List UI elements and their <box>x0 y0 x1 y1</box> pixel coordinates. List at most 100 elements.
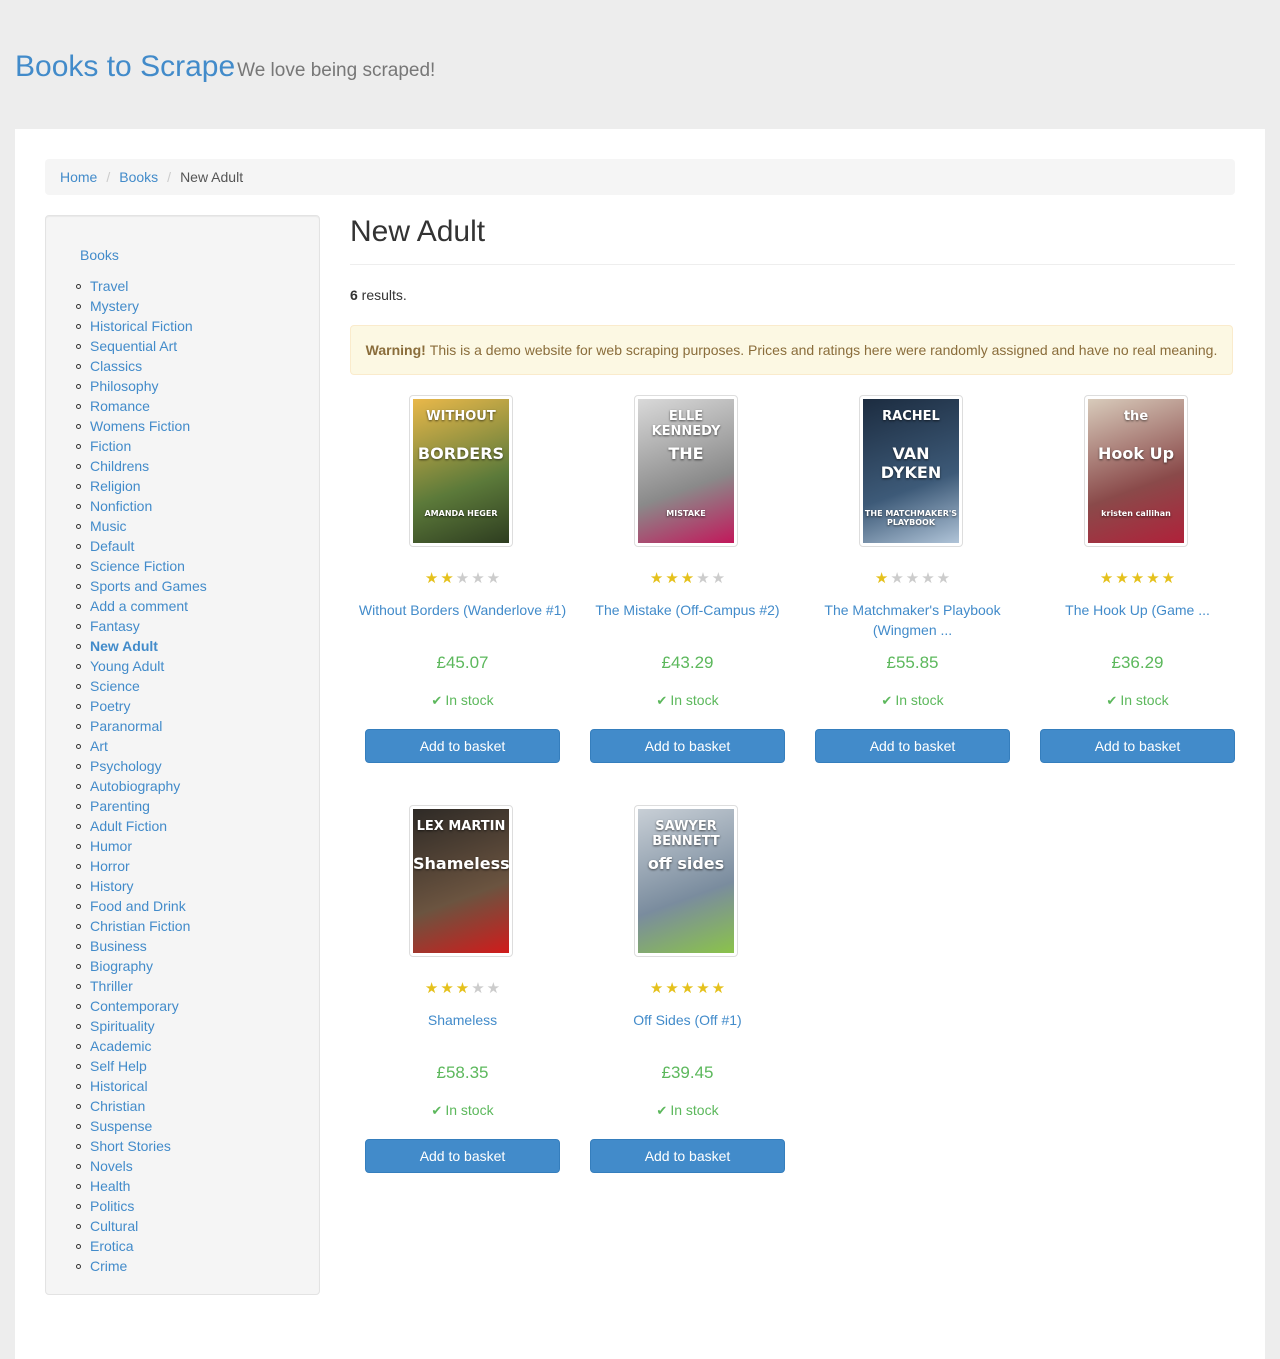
star-icon: ★ <box>424 570 439 587</box>
cover-title-text: VAN DYKEN <box>880 444 942 482</box>
sidebar-category-link[interactable]: Food and Drink <box>90 898 186 914</box>
product-title-link[interactable]: The Mistake (Off-Campus #2) <box>575 600 800 620</box>
sidebar-category-item: Travel <box>76 276 207 296</box>
add-to-basket-button[interactable]: Add to basket <box>590 1139 785 1173</box>
list-bullet-icon <box>76 504 81 509</box>
sidebar-category-link[interactable]: Fiction <box>90 438 131 454</box>
sidebar-category-link[interactable]: Suspense <box>90 1118 152 1134</box>
add-to-basket-button[interactable]: Add to basket <box>815 729 1010 763</box>
sidebar-category-link[interactable]: Spirituality <box>90 1018 155 1034</box>
sidebar-category-link[interactable]: Default <box>90 538 134 554</box>
sidebar-category-link[interactable]: Childrens <box>90 458 149 474</box>
add-to-basket-button[interactable]: Add to basket <box>590 729 785 763</box>
star-icon: ★ <box>649 570 664 587</box>
star-rating: ★ ★ ★ ★ ★ <box>1025 571 1250 586</box>
sidebar-category-link[interactable]: Psychology <box>90 758 162 774</box>
sidebar-category-link[interactable]: Historical Fiction <box>90 318 193 334</box>
sidebar-category-link[interactable]: Autobiography <box>90 778 180 794</box>
sidebar-category-link[interactable]: Short Stories <box>90 1138 171 1154</box>
sidebar-category-link[interactable]: New Adult <box>90 638 158 654</box>
sidebar-category-item: Christian <box>76 1096 207 1116</box>
brand-link[interactable]: Books to Scrape <box>15 50 235 83</box>
product-title-link[interactable]: The Matchmaker's Playbook (Wingmen ... <box>800 600 1025 640</box>
sidebar-category-link[interactable]: Adult Fiction <box>90 818 167 834</box>
sidebar-category-link[interactable]: Sequential Art <box>90 338 177 354</box>
breadcrumb-home-link[interactable]: Home <box>60 169 97 185</box>
sidebar-category-link[interactable]: Womens Fiction <box>90 418 190 434</box>
sidebar-category-link[interactable]: Crime <box>90 1258 127 1274</box>
star-icon: ★ <box>905 570 920 587</box>
add-to-basket-button[interactable]: Add to basket <box>365 729 560 763</box>
sidebar-category-item: Thriller <box>76 976 207 996</box>
add-to-basket-button[interactable]: Add to basket <box>1040 729 1235 763</box>
sidebar-category-link[interactable]: Classics <box>90 358 142 374</box>
book-cover-image: LEX MARTIN Shameless <box>413 809 509 953</box>
book-cover-link[interactable]: ELLE KENNEDY THE MISTAKE <box>634 395 738 547</box>
sidebar-category-link[interactable]: Christian <box>90 1098 145 1114</box>
sidebar-category-link[interactable]: Academic <box>90 1038 151 1054</box>
sidebar-category-link[interactable]: Fantasy <box>90 618 140 634</box>
sidebar-category-link[interactable]: Parenting <box>90 798 150 814</box>
sidebar-category-link[interactable]: Christian Fiction <box>90 918 190 934</box>
sidebar-category-link[interactable]: Romance <box>90 398 150 414</box>
add-to-basket-button[interactable]: Add to basket <box>365 1139 560 1173</box>
star-icon: ★ <box>471 570 485 587</box>
sidebar-category-link[interactable]: Historical <box>90 1078 148 1094</box>
sidebar-category-link[interactable]: Health <box>90 1178 130 1194</box>
book-cover-link[interactable]: RACHEL VAN DYKEN THE MATCHMAKER'S PLAYBOOK <box>859 395 963 547</box>
product-title-link[interactable]: Off Sides (Off #1) <box>575 1010 800 1030</box>
sidebar-category-link[interactable]: History <box>90 878 134 894</box>
sidebar-category-link[interactable]: Sports and Games <box>90 578 207 594</box>
sidebar-category-link[interactable]: Horror <box>90 858 130 874</box>
list-bullet-icon <box>76 484 81 489</box>
sidebar-category-link[interactable]: Mystery <box>90 298 139 314</box>
sidebar-category-link[interactable]: Science Fiction <box>90 558 185 574</box>
sidebar-category-link[interactable]: Add a comment <box>90 598 188 614</box>
sidebar-category-link[interactable]: Philosophy <box>90 378 159 394</box>
sidebar-category-link[interactable]: Biography <box>90 958 153 974</box>
book-cover-link[interactable]: the Hook Up kristen callihan <box>1084 395 1188 547</box>
sidebar-category-item: Christian Fiction <box>76 916 207 936</box>
availability-text: In stock <box>1120 692 1169 708</box>
sidebar-category-item: Short Stories <box>76 1136 207 1156</box>
sidebar-books-link[interactable]: Books <box>80 247 119 263</box>
sidebar-category-link[interactable]: Art <box>90 738 108 754</box>
star-rating: ★ ★ ★ ★ ★ <box>350 571 575 586</box>
sidebar-category-link[interactable]: Humor <box>90 838 132 854</box>
sidebar-category-link[interactable]: Poetry <box>90 698 130 714</box>
sidebar-category-link[interactable]: Cultural <box>90 1218 138 1234</box>
product-title-link[interactable]: Shameless <box>350 1010 575 1030</box>
check-icon: ✔ <box>656 693 668 708</box>
sidebar-category-link[interactable]: Politics <box>90 1198 134 1214</box>
page-container: Home / Books / New Adult Books Travel Mys… <box>15 129 1265 1359</box>
book-cover-link[interactable]: WITHOUT BORDERS AMANDA HEGER <box>409 395 513 547</box>
sidebar-category-link[interactable]: Science <box>90 678 140 694</box>
sidebar-category-link[interactable]: Contemporary <box>90 998 179 1014</box>
sidebar-category-link[interactable]: Erotica <box>90 1238 134 1254</box>
page-title: New Adult <box>350 215 486 248</box>
cover-title-text: LEX MARTIN <box>416 819 506 834</box>
sidebar-category-link[interactable]: Religion <box>90 478 141 494</box>
list-bullet-icon <box>76 1224 81 1229</box>
breadcrumb-books-link[interactable]: Books <box>119 169 158 185</box>
star-icon: ★ <box>455 980 470 997</box>
sidebar-category-link[interactable]: Self Help <box>90 1058 147 1074</box>
sidebar-category-link[interactable]: Nonfiction <box>90 498 152 514</box>
sidebar-category-link[interactable]: Young Adult <box>90 658 164 674</box>
book-cover-link[interactable]: SAWYER BENNETT off sides <box>634 805 738 957</box>
list-bullet-icon <box>76 844 81 849</box>
cover-title-text: ELLE KENNEDY <box>651 409 721 439</box>
results-label: results. <box>357 287 407 303</box>
sidebar-category-link[interactable]: Music <box>90 518 127 534</box>
sidebar-category-link[interactable]: Paranormal <box>90 718 162 734</box>
site-header: Books to Scrape We love being scraped! <box>15 50 435 84</box>
sidebar-category-link[interactable]: Business <box>90 938 147 954</box>
product-title-link[interactable]: The Hook Up (Game ... <box>1025 600 1250 620</box>
sidebar-category-link[interactable]: Novels <box>90 1158 133 1174</box>
star-icon: ★ <box>486 980 501 997</box>
book-cover-link[interactable]: LEX MARTIN Shameless <box>409 805 513 957</box>
product-title-link[interactable]: Without Borders (Wanderlove #1) <box>350 600 575 620</box>
book-cover-image: RACHEL VAN DYKEN THE MATCHMAKER'S PLAYBOOK <box>863 399 959 543</box>
sidebar-category-link[interactable]: Thriller <box>90 978 133 994</box>
sidebar-category-link[interactable]: Travel <box>90 278 128 294</box>
